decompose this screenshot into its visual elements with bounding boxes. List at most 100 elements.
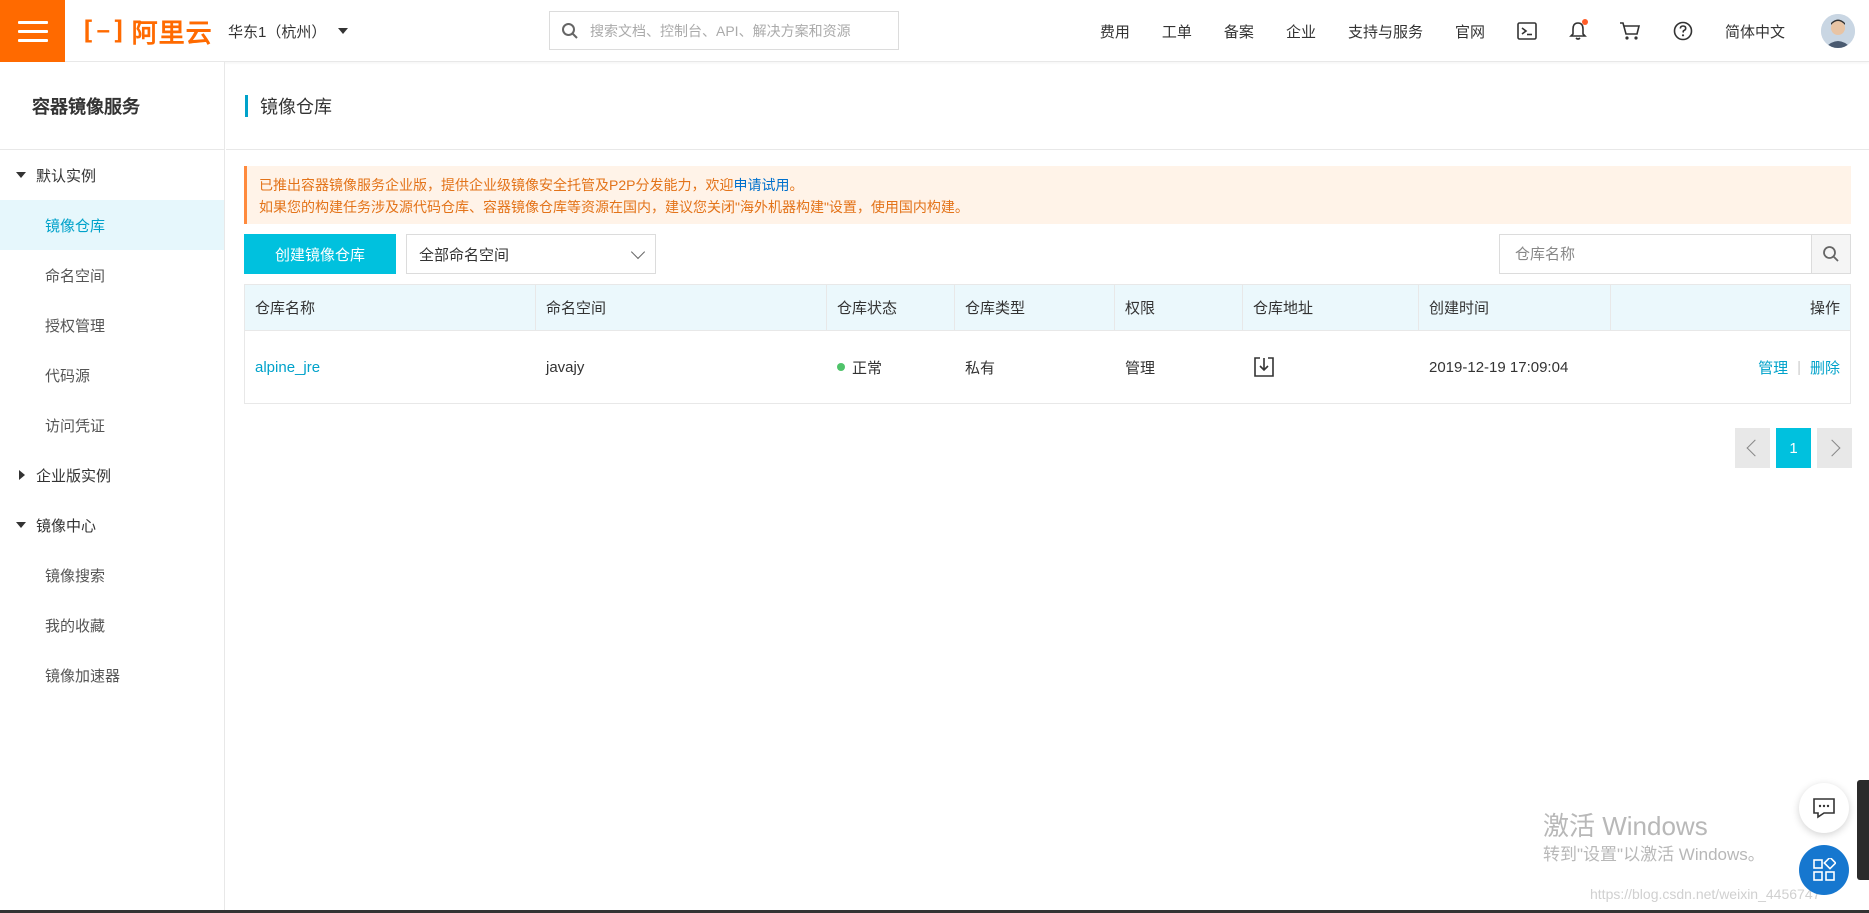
type-cell: 私有 [965, 359, 996, 377]
bell-icon[interactable] [1553, 0, 1603, 62]
repository-search-input[interactable] [1499, 234, 1811, 274]
actions-cell: 管理 | 删除 [1611, 331, 1850, 403]
region-selector[interactable]: 华东1（杭州） [228, 0, 349, 62]
aliyun-logo[interactable]: [–] 阿里云 [80, 14, 213, 48]
notice-text: 已推出容器镜像服务企业版，提供企业级镜像安全托管及P2P分发能力，欢迎 [259, 177, 734, 193]
caret-down-icon [16, 172, 26, 178]
search-icon [1823, 246, 1839, 262]
sidebar-group-enterprise-instance[interactable]: 企业版实例 [0, 450, 224, 500]
url-watermark: https://blog.csdn.net/weixin_4456747 [1590, 886, 1821, 902]
status-cell: 正常 [827, 331, 955, 403]
region-label: 华东1（杭州） [228, 23, 327, 41]
delete-link[interactable]: 删除 [1810, 357, 1840, 378]
status-ok-dot [837, 363, 845, 371]
manage-link[interactable]: 管理 [1758, 357, 1788, 378]
sidebar-group-image-center[interactable]: 镜像中心 [0, 500, 224, 550]
page-title: 镜像仓库 [260, 96, 332, 117]
create-repository-button[interactable]: 创建镜像仓库 [244, 234, 396, 274]
notice-line-2: 如果您的构建任务涉及源代码仓库、容器镜像仓库等资源在国内，建议您关闭"海外机器构… [259, 199, 969, 215]
notification-dot [1581, 19, 1588, 25]
sidebar-item-code-source[interactable]: 代码源 [0, 350, 224, 400]
nav-icp[interactable]: 备案 [1208, 0, 1270, 62]
top-bar: [–] 阿里云 华东1（杭州） 费用 工单 备案 企业 支持与服务 官网 简体中… [0, 0, 1869, 62]
column-header: 仓库名称 [245, 285, 536, 330]
namespace-cell: javajy [546, 358, 585, 376]
chevron-down-icon [630, 244, 646, 259]
download-address-icon[interactable] [1253, 356, 1275, 378]
table-row: alpine_jre javajy 正常 私有 管理 2019-12-19 17… [245, 331, 1850, 403]
apps-float-button[interactable] [1799, 845, 1849, 895]
search-button[interactable] [1811, 234, 1851, 274]
top-nav: 费用 工单 备案 企业 支持与服务 官网 简体中文 [1084, 0, 1869, 62]
menu-icon[interactable] [0, 0, 65, 62]
column-header: 命名空间 [536, 285, 827, 330]
created-time-cell: 2019-12-19 17:09:04 [1429, 358, 1569, 376]
apply-trial-link[interactable]: 申请试用 [733, 177, 789, 193]
global-search [549, 11, 899, 50]
notice-text: 。 [789, 177, 804, 193]
page-header: 镜像仓库 [226, 62, 1869, 150]
namespace-select[interactable]: 全部命名空间 [406, 234, 656, 274]
sidebar-group-label: 镜像中心 [36, 517, 97, 535]
nav-tickets[interactable]: 工单 [1146, 0, 1208, 62]
sidebar-item-credentials[interactable]: 访问凭证 [0, 400, 224, 450]
terminal-icon[interactable] [1501, 0, 1553, 62]
sidebar-title: 容器镜像服务 [0, 62, 224, 150]
aliyun-logo-mark: [–] [80, 16, 128, 46]
brand-text: 阿里云 [131, 17, 213, 48]
sidebar-group-label: 企业版实例 [36, 467, 112, 485]
column-header: 仓库地址 [1243, 285, 1419, 330]
repository-table: 仓库名称 命名空间 仓库状态 仓库类型 权限 仓库地址 创建时间 操作 alpi… [244, 284, 1851, 404]
notice-banner: 已推出容器镜像服务企业版，提供企业级镜像安全托管及P2P分发能力，欢迎申请试用。… [244, 166, 1851, 224]
table-header: 仓库名称 命名空间 仓库状态 仓库类型 权限 仓库地址 创建时间 操作 [245, 285, 1850, 331]
caret-down-icon [338, 28, 349, 34]
language-switch[interactable]: 简体中文 [1709, 0, 1801, 62]
sidebar-group-default-instance[interactable]: 默认实例 [0, 150, 224, 200]
nav-official-site[interactable]: 官网 [1439, 0, 1501, 62]
sidebar-item-accelerator[interactable]: 镜像加速器 [0, 650, 224, 700]
action-divider: | [1797, 358, 1801, 376]
chat-bubble-icon [1813, 798, 1835, 819]
next-page-button[interactable] [1817, 428, 1852, 468]
nav-support[interactable]: 支持与服务 [1332, 0, 1439, 62]
help-icon[interactable] [1657, 0, 1709, 62]
page-button-current[interactable]: 1 [1776, 428, 1811, 468]
sidebar-item-image-search[interactable]: 镜像搜索 [0, 550, 224, 600]
chevron-left-icon [1746, 439, 1764, 457]
column-header: 仓库状态 [827, 285, 955, 330]
sidebar-item-authorization[interactable]: 授权管理 [0, 300, 224, 350]
apps-grid-icon [1813, 858, 1836, 881]
pagination: 1 [1735, 428, 1852, 468]
windows-activation-subtitle: 转到"设置"以激活 Windows。 [1543, 845, 1765, 864]
namespace-select-value: 全部命名空间 [419, 246, 510, 264]
column-header: 权限 [1115, 285, 1243, 330]
repository-name-link[interactable]: alpine_jre [255, 359, 320, 376]
column-header: 仓库类型 [955, 285, 1115, 330]
side-widget-strip [1857, 780, 1869, 880]
nav-billing[interactable]: 费用 [1084, 0, 1146, 62]
title-accent-bar [245, 94, 248, 117]
avatar[interactable] [1821, 14, 1855, 48]
address-cell [1243, 331, 1419, 403]
cart-icon[interactable] [1603, 0, 1657, 62]
sidebar-item-favorites[interactable]: 我的收藏 [0, 600, 224, 650]
caret-right-icon [19, 470, 25, 480]
sidebar: 容器镜像服务 默认实例 镜像仓库 命名空间 授权管理 代码源 访问凭证 企业版实… [0, 62, 225, 913]
permission-cell: 管理 [1125, 359, 1156, 377]
column-header: 操作 [1809, 300, 1840, 317]
main-content: 镜像仓库 已推出容器镜像服务企业版，提供企业级镜像安全托管及P2P分发能力，欢迎… [226, 62, 1869, 913]
column-header: 创建时间 [1419, 285, 1611, 330]
windows-activation-title: 激活 Windows [1543, 811, 1708, 841]
sidebar-group-label: 默认实例 [36, 167, 97, 185]
sidebar-item-repositories[interactable]: 镜像仓库 [0, 200, 224, 250]
prev-page-button[interactable] [1735, 428, 1770, 468]
sidebar-item-namespaces[interactable]: 命名空间 [0, 250, 224, 300]
global-search-input[interactable] [590, 12, 898, 49]
chat-float-button[interactable] [1799, 783, 1849, 833]
repository-search [1499, 234, 1851, 274]
caret-down-icon [16, 522, 26, 528]
nav-enterprise[interactable]: 企业 [1270, 0, 1332, 62]
chevron-right-icon [1823, 439, 1841, 457]
notice-line-1: 已推出容器镜像服务企业版，提供企业级镜像安全托管及P2P分发能力，欢迎申请试用。 [259, 174, 1851, 196]
search-icon[interactable] [550, 11, 590, 50]
